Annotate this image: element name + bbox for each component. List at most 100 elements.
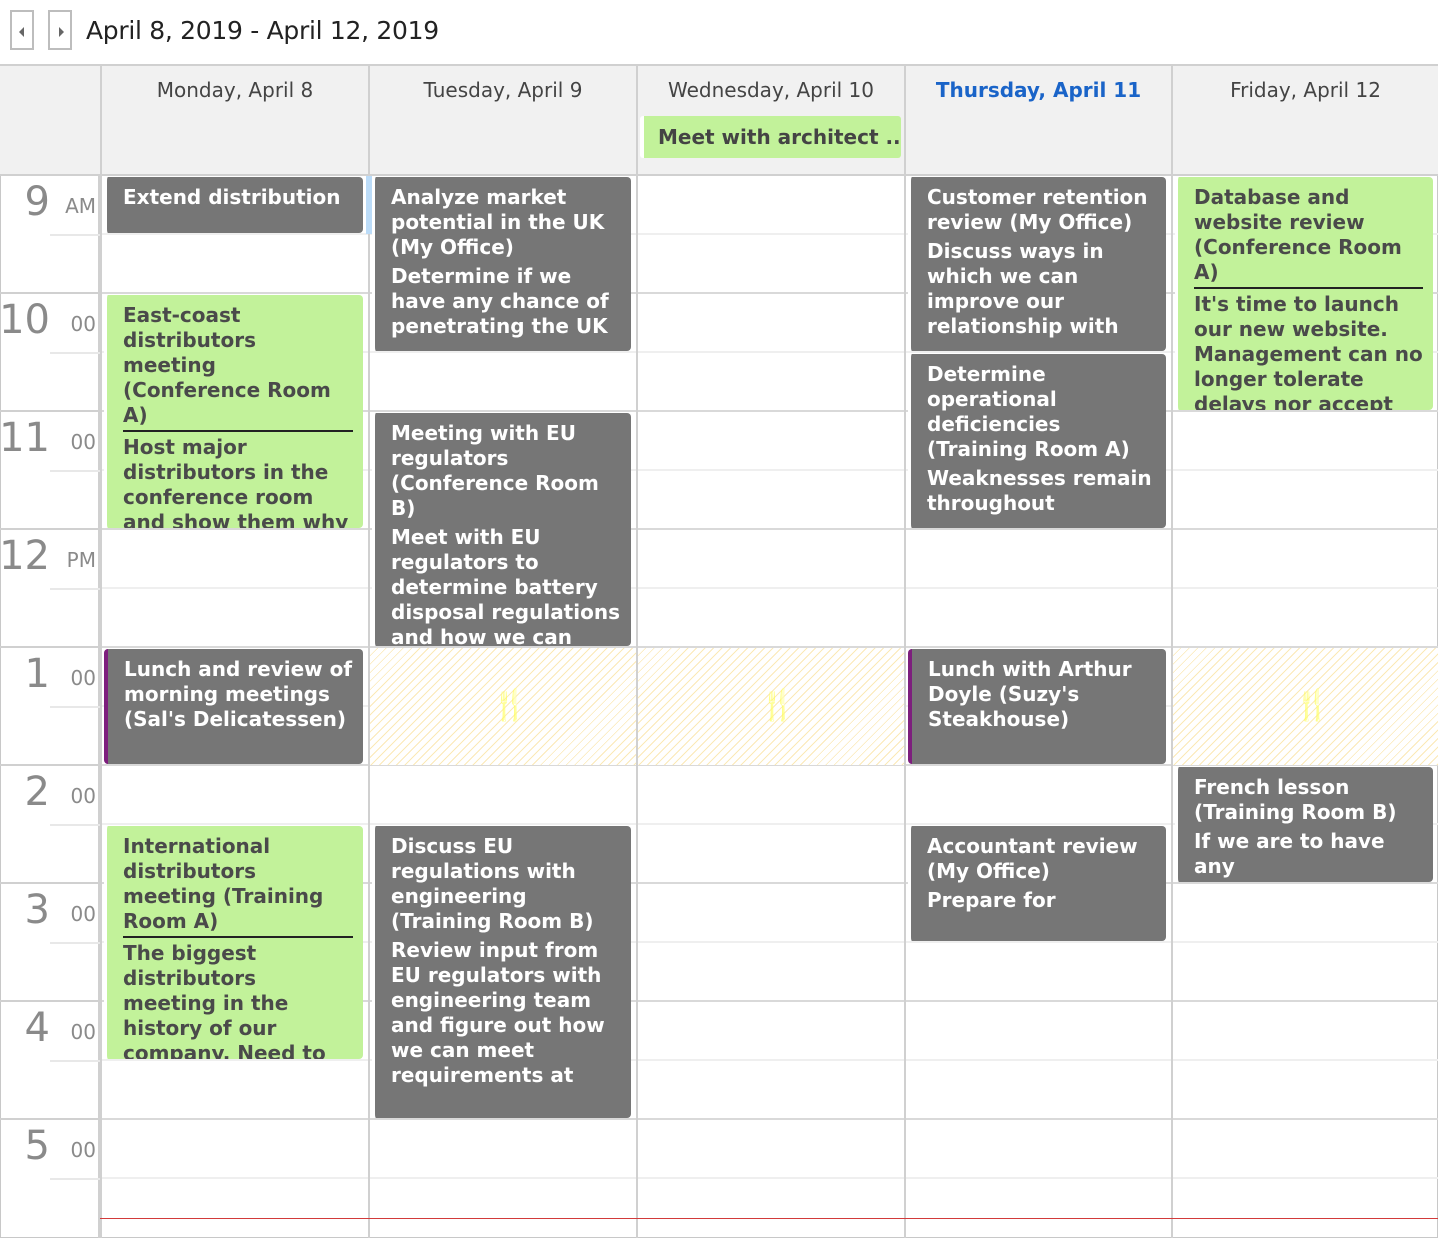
hour-gridline <box>638 882 904 884</box>
hour-divider <box>0 764 100 766</box>
day-column[interactable]: 🍴 Analyze market potential in the UK (My … <box>366 176 636 1238</box>
hour-gridline <box>1173 1118 1438 1120</box>
lunch-break-region: 🍴 <box>1173 648 1438 765</box>
current-time-indicator <box>100 1218 1438 1219</box>
half-hour-gridline <box>1173 1059 1438 1061</box>
day-header[interactable]: Monday, April 8 <box>100 66 368 174</box>
hour-gridline <box>102 1118 368 1120</box>
appointment-title: Meeting with EU regulators (Conference R… <box>391 421 599 520</box>
half-hour-gridline <box>638 587 904 589</box>
hour-gridline <box>1173 882 1438 884</box>
day-header[interactable]: Wednesday, April 10 Meet with architect .… <box>636 66 904 174</box>
lunch-break-region: 🍴 <box>370 648 636 765</box>
appointment-title: Determine operational deficiencies (Trai… <box>927 362 1130 461</box>
appointment[interactable]: Analyze market potential in the UK (My O… <box>372 177 631 351</box>
appointment-title: Lunch and review of morning meetings (Sa… <box>124 657 353 731</box>
half-hour-gridline <box>906 351 1171 353</box>
toolbar: April 8, 2019 - April 12, 2019 <box>0 0 1438 66</box>
hour-gridline <box>906 1000 1171 1002</box>
hour-divider <box>0 1118 100 1120</box>
appointment[interactable]: Lunch and review of morning meetings (Sa… <box>104 649 363 764</box>
appointment-description: Review input from EU regulators with eng… <box>391 938 605 1087</box>
half-hour-tick <box>50 1178 100 1180</box>
hour-divider <box>0 1000 100 1002</box>
hour-gridline <box>1173 528 1438 530</box>
next-week-button[interactable] <box>48 10 72 50</box>
appointment[interactable]: Lunch with Arthur Doyle (Suzy's Steakhou… <box>908 649 1166 764</box>
appointment[interactable]: Customer retention review (My Office) Dis… <box>908 177 1166 351</box>
hour-label: 3 00 <box>0 884 100 1002</box>
half-hour-gridline <box>102 587 368 589</box>
half-hour-gridline <box>102 233 368 235</box>
hour-suffix: 00 <box>70 1138 96 1162</box>
hour-gridline <box>638 1118 904 1120</box>
hour-gridline <box>102 646 368 648</box>
hour-suffix: 00 <box>70 784 96 808</box>
hour-number: 2 <box>24 769 50 815</box>
day-header-label: Monday, April 8 <box>156 78 314 102</box>
day-column[interactable]: Customer retention review (My Office) Dis… <box>904 176 1171 1238</box>
hour-gridline <box>102 292 368 294</box>
hour-suffix: 00 <box>70 430 96 454</box>
hour-label: 10 00 <box>0 294 100 412</box>
hour-gridline <box>370 410 636 412</box>
half-hour-tick <box>50 706 100 708</box>
hour-suffix: AM <box>65 194 96 218</box>
hour-number: 4 <box>24 1005 50 1051</box>
appointment-description: If we are to have any <box>1194 829 1385 878</box>
day-header[interactable]: Friday, April 12 <box>1171 66 1438 174</box>
hour-gridline <box>906 646 1171 648</box>
appointment[interactable]: International distributors meeting (Trai… <box>104 826 363 1059</box>
appointment-title: International distributors meeting (Trai… <box>123 834 353 938</box>
half-hour-gridline <box>1173 941 1438 943</box>
previous-week-button[interactable] <box>10 10 34 50</box>
chevron-left-icon <box>19 27 24 37</box>
appointment[interactable]: Discuss EU regulations with engineering … <box>372 826 631 1118</box>
appointment[interactable]: Accountant review (My Office) Prepare for <box>908 826 1166 941</box>
fork-knife-icon: 🍴 <box>1293 688 1331 723</box>
day-column[interactable]: Extend distribution East-coast distributo… <box>100 176 368 1238</box>
appointment-title: French lesson (Training Room B) <box>1194 775 1397 824</box>
half-hour-gridline <box>370 1177 636 1179</box>
half-hour-tick <box>50 234 100 236</box>
fork-knife-icon: 🍴 <box>759 688 797 723</box>
day-header[interactable]: Thursday, April 11 <box>904 66 1171 174</box>
appointment[interactable]: Extend distribution <box>104 177 363 233</box>
hour-gridline <box>102 528 368 530</box>
appointment[interactable]: East-coast distributors meeting (Confere… <box>104 295 363 528</box>
day-header[interactable]: Tuesday, April 9 <box>368 66 636 174</box>
half-hour-tick <box>50 470 100 472</box>
hour-gridline <box>906 764 1171 766</box>
hour-suffix: 00 <box>70 312 96 336</box>
hour-suffix: PM <box>66 548 96 572</box>
hour-label: 2 00 <box>0 766 100 884</box>
hour-suffix: 00 <box>70 666 96 690</box>
appointment[interactable]: French lesson (Training Room B) If we are… <box>1175 767 1433 882</box>
hour-gridline <box>1173 410 1438 412</box>
appointment[interactable]: Determine operational deficiencies (Trai… <box>908 354 1166 528</box>
hour-gridline <box>638 410 904 412</box>
half-hour-gridline <box>638 1177 904 1179</box>
hour-divider <box>0 646 100 648</box>
all-day-appointment[interactable]: Meet with architect ... <box>640 116 901 158</box>
time-ruler: 9 AM 10 00 11 00 12 PM 1 00 2 00 3 00 4 00 5 00 <box>0 176 100 1238</box>
appointment-description: It's time to launch our new website. Man… <box>1194 292 1423 410</box>
day-column[interactable]: 🍴 Database and website review (Conference… <box>1171 176 1438 1238</box>
day-header-label: Wednesday, April 10 <box>667 78 875 102</box>
day-header-label: Friday, April 12 <box>1230 78 1381 102</box>
half-hour-gridline <box>102 1059 368 1061</box>
half-hour-gridline <box>1173 1177 1438 1179</box>
half-hour-tick <box>50 588 100 590</box>
hour-number: 10 <box>0 297 50 343</box>
day-column[interactable]: 🍴 <box>636 176 904 1238</box>
appointment[interactable]: Database and website review (Conference … <box>1175 177 1433 410</box>
half-hour-tick <box>50 824 100 826</box>
half-hour-gridline <box>370 351 636 353</box>
half-hour-gridline <box>1173 587 1438 589</box>
appointment-title: Discuss EU regulations with engineering … <box>391 834 594 933</box>
half-hour-tick <box>50 352 100 354</box>
appointment[interactable]: Meeting with EU regulators (Conference R… <box>372 413 631 646</box>
hour-suffix: 00 <box>70 1020 96 1044</box>
appointment-description: The biggest distributors meeting in the … <box>123 941 326 1059</box>
appointment-title: Analyze market potential in the UK (My O… <box>391 185 605 259</box>
